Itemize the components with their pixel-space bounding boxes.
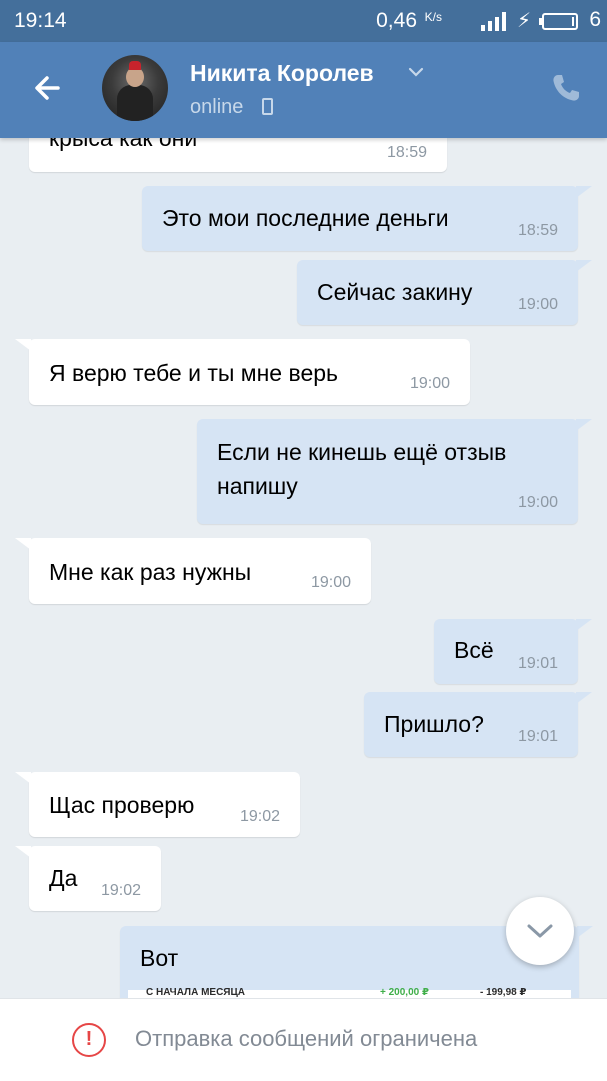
message-time: 18:59 xyxy=(386,144,427,161)
message-time: 19:00 xyxy=(310,574,351,591)
message-text: крыса как они xyxy=(49,138,198,151)
message-text: Щас проверю xyxy=(49,792,195,818)
message-incoming[interactable]: Да 19:02 xyxy=(15,846,161,911)
message-incoming[interactable]: Щас проверю 19:02 xyxy=(15,772,300,837)
network-speed: 0,46 xyxy=(376,9,417,32)
message-text: Если не кинешь ещё отзыв xyxy=(217,439,507,465)
message-outgoing[interactable]: Пришло? 19:01 xyxy=(364,692,592,757)
message-text: Сейчас закину xyxy=(317,279,473,305)
message-time: 19:01 xyxy=(517,655,558,672)
message-text: Да xyxy=(49,865,78,891)
message-text: Мне как раз нужны xyxy=(49,559,252,585)
message-outgoing[interactable]: Сейчас закину 19:00 xyxy=(297,260,592,325)
network-speed-unit: K/s xyxy=(424,10,442,24)
message-outgoing[interactable]: Если не кинешь ещё отзыв напишу 19:00 xyxy=(197,419,592,524)
contact-name[interactable]: Никита Королев xyxy=(190,60,374,87)
message-time: 18:59 xyxy=(517,222,558,239)
avatar[interactable] xyxy=(102,55,168,121)
message-outgoing[interactable]: Всё 19:01 xyxy=(434,619,592,684)
message-time: 19:01 xyxy=(517,728,558,745)
receipt-income: + 200,00 ₽ xyxy=(380,987,429,998)
scroll-to-bottom-button[interactable] xyxy=(506,897,574,965)
message-incoming[interactable]: Я верю тебе и ты мне верь 19:00 xyxy=(15,339,470,405)
restriction-notice: Отправка сообщений ограничена xyxy=(135,1026,478,1051)
battery-level: 6 xyxy=(589,8,601,31)
message-time: 19:00 xyxy=(409,375,450,392)
chevron-down-icon xyxy=(527,924,553,938)
phone-icon[interactable] xyxy=(550,72,582,104)
presence-status: online xyxy=(190,96,244,118)
message-text: Вот xyxy=(140,945,179,971)
mobile-icon xyxy=(262,98,273,115)
composer-restricted-banner: ! Отправка сообщений ограничена xyxy=(0,998,607,1081)
message-text: Это мои последние деньги xyxy=(162,205,449,231)
message-time: 19:02 xyxy=(239,808,280,825)
receipt-expense: - 199,98 ₽ xyxy=(480,987,527,998)
chevron-down-icon[interactable] xyxy=(408,64,424,80)
status-bar: 19:14 0,46 K/s ⚡ 6 xyxy=(0,0,607,42)
receipt-image[interactable]: С НАЧАЛА МЕСЯЦА + 200,00 ₽ - 199,98 ₽ xyxy=(128,987,571,998)
message-text: Пришло? xyxy=(384,711,484,737)
message-list[interactable]: крыса как они 18:59 Это мои последние де… xyxy=(0,138,607,998)
message-time: 19:02 xyxy=(100,882,141,899)
message-text: Всё xyxy=(454,637,494,663)
receipt-label: С НАЧАЛА МЕСЯЦА xyxy=(146,987,246,998)
message-text: напишу xyxy=(217,473,298,499)
message-outgoing[interactable]: Это мои последние деньги 18:59 xyxy=(142,186,592,251)
message-text: Я верю тебе и ты мне верь xyxy=(49,360,339,386)
clock: 19:14 xyxy=(14,9,67,32)
chat-header: Никита Королев online xyxy=(0,42,607,138)
charging-icon: ⚡ xyxy=(516,10,531,32)
warning-icon: ! xyxy=(72,1023,106,1057)
message-incoming[interactable]: крыса как они 18:59 xyxy=(29,138,447,172)
battery-icon xyxy=(539,13,578,30)
message-time: 19:00 xyxy=(517,296,558,313)
message-time: 19:00 xyxy=(517,494,558,511)
message-incoming[interactable]: Мне как раз нужны 19:00 xyxy=(15,538,371,604)
back-arrow-icon[interactable] xyxy=(28,68,68,108)
signal-icon xyxy=(481,12,506,31)
